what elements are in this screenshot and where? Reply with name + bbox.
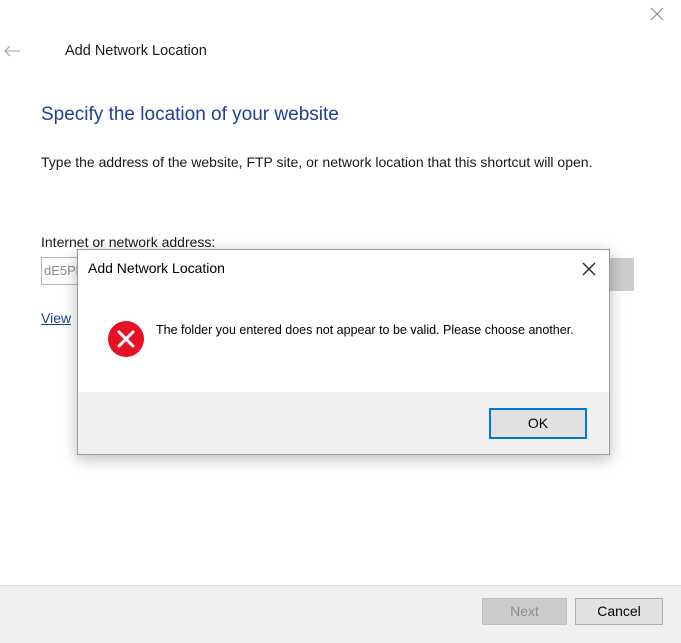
error-dialog: Add Network Location The folder you ente… [77,249,610,455]
view-examples-link[interactable]: View [41,310,71,326]
page-description: Type the address of the website, FTP sit… [41,154,593,170]
cancel-button[interactable]: Cancel [575,598,663,625]
wizard-footer: Next Cancel [0,585,681,643]
dialog-close-icon[interactable] [578,259,600,279]
dialog-footer: OK [78,392,609,454]
error-icon [108,321,144,357]
back-arrow-icon[interactable] [3,44,21,58]
page-heading: Specify the location of your website [41,104,339,125]
address-label: Internet or network address: [41,234,216,250]
dialog-title: Add Network Location [88,260,225,276]
dialog-message: The folder you entered does not appear t… [156,323,574,337]
close-icon[interactable] [646,4,668,24]
next-button[interactable]: Next [482,598,567,625]
wizard-title: Add Network Location [65,43,207,59]
ok-button[interactable]: OK [489,408,587,439]
